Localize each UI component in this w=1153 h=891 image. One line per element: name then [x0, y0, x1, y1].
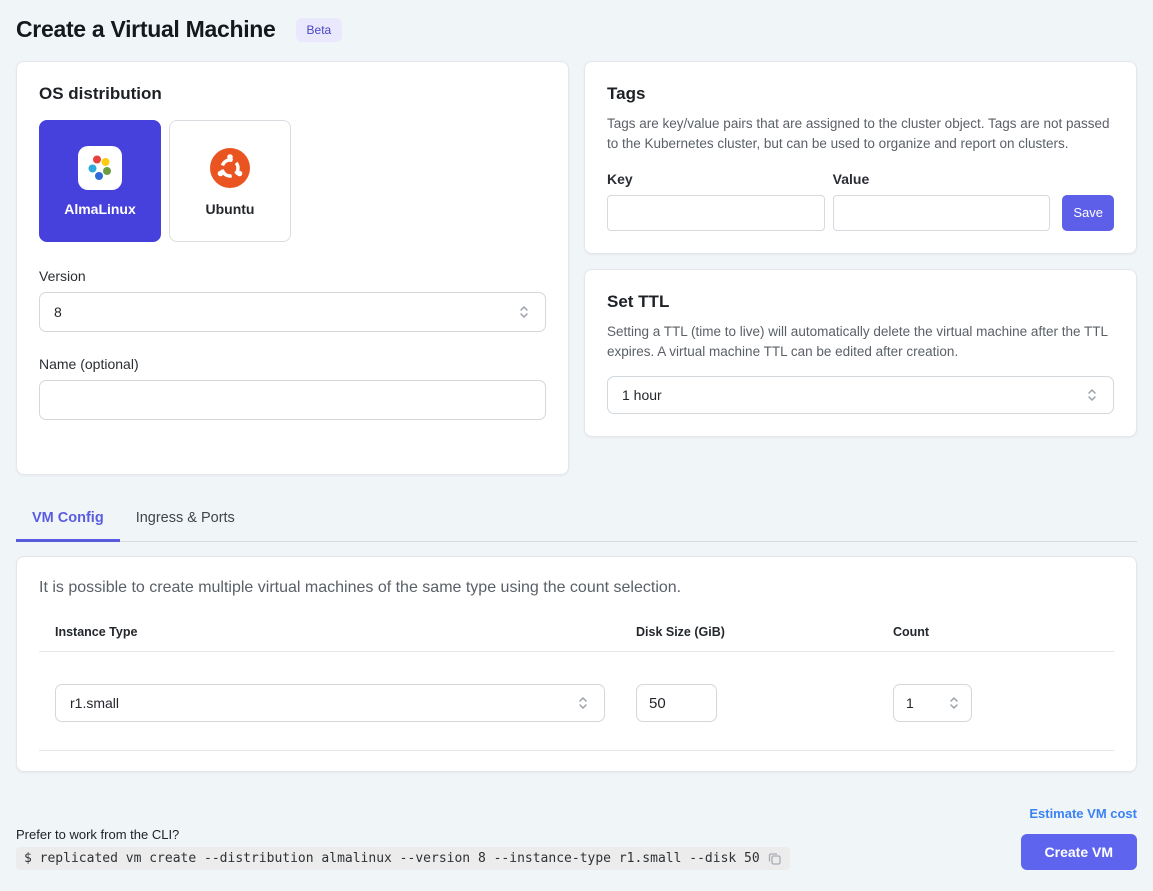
chevron-updown-icon: [576, 695, 590, 711]
cli-section: Prefer to work from the CLI? $ replicate…: [16, 827, 790, 870]
vm-table-header: Instance Type Disk Size (GiB) Count: [39, 625, 1114, 652]
name-label: Name (optional): [39, 356, 546, 372]
disk-size-input[interactable]: [636, 684, 717, 722]
tag-key-label: Key: [607, 171, 825, 187]
column-header-instance-type: Instance Type: [39, 625, 636, 639]
save-tag-button[interactable]: Save: [1062, 195, 1114, 231]
tags-card-description: Tags are key/value pairs that are assign…: [607, 114, 1114, 155]
column-header-count: Count: [893, 625, 1114, 639]
count-cell: 1: [893, 684, 1114, 722]
page: Create a Virtual Machine Beta OS distrib…: [0, 0, 1153, 870]
tag-key-field: Key: [607, 171, 825, 231]
beta-badge: Beta: [296, 18, 343, 42]
tags-fields: Key Value Save: [607, 171, 1114, 231]
ttl-card-description: Setting a TTL (time to live) will automa…: [607, 322, 1114, 363]
vm-config-description: It is possible to create multiple virtua…: [39, 579, 1114, 597]
footer: Prefer to work from the CLI? $ replicate…: [16, 806, 1137, 870]
instance-type-select[interactable]: r1.small: [55, 684, 605, 722]
instance-type-value: r1.small: [70, 695, 119, 711]
cli-code-block: $ replicated vm create --distribution al…: [16, 847, 790, 870]
tab-vm-config[interactable]: VM Config: [16, 496, 120, 542]
tag-value-input[interactable]: [833, 195, 1051, 231]
disk-size-cell: [636, 684, 893, 722]
footer-actions: Estimate VM cost Create VM: [1021, 806, 1137, 870]
instance-type-cell: r1.small: [39, 684, 636, 722]
page-header: Create a Virtual Machine Beta: [16, 12, 1137, 61]
tab-ingress-ports[interactable]: Ingress & Ports: [120, 496, 251, 542]
version-select[interactable]: 8: [39, 292, 546, 332]
tags-card: Tags Tags are key/value pairs that are a…: [584, 61, 1137, 254]
version-label: Version: [39, 268, 546, 284]
os-tile-almalinux[interactable]: AlmaLinux: [39, 120, 161, 242]
ubuntu-icon: [208, 146, 252, 190]
tag-key-input[interactable]: [607, 195, 825, 231]
name-input[interactable]: [39, 380, 546, 420]
cli-command: $ replicated vm create --distribution al…: [24, 851, 760, 866]
create-vm-button[interactable]: Create VM: [1021, 834, 1137, 870]
tag-value-label: Value: [833, 171, 1051, 187]
column-header-disk-size: Disk Size (GiB): [636, 625, 893, 639]
page-title: Create a Virtual Machine: [16, 16, 276, 43]
vm-table-row: r1.small 1: [39, 652, 1114, 751]
tags-card-title: Tags: [607, 84, 1114, 104]
os-tile-label: Ubuntu: [206, 201, 255, 217]
os-tile-label: AlmaLinux: [64, 201, 136, 217]
chevron-updown-icon: [1085, 387, 1099, 403]
copy-icon[interactable]: [767, 851, 782, 866]
version-select-value: 8: [54, 304, 62, 320]
estimate-vm-cost-link[interactable]: Estimate VM cost: [1029, 806, 1137, 821]
ttl-select[interactable]: 1 hour: [607, 376, 1114, 414]
ttl-card-title: Set TTL: [607, 292, 1114, 312]
almalinux-icon: [78, 146, 122, 190]
ttl-select-value: 1 hour: [622, 387, 662, 403]
top-cards: OS distribution AlmaLinux: [16, 61, 1137, 475]
right-column: Tags Tags are key/value pairs that are a…: [584, 61, 1137, 437]
os-distribution-card: OS distribution AlmaLinux: [16, 61, 569, 475]
tab-bar: VM Config Ingress & Ports: [16, 496, 1137, 542]
count-value: 1: [906, 695, 914, 711]
os-tile-row: AlmaLinux Ubuntu: [39, 120, 546, 242]
tag-value-field: Value: [833, 171, 1051, 231]
chevron-updown-icon: [947, 695, 961, 711]
os-tile-ubuntu[interactable]: Ubuntu: [169, 120, 291, 242]
set-ttl-card: Set TTL Setting a TTL (time to live) wil…: [584, 269, 1137, 438]
count-stepper[interactable]: 1: [893, 684, 972, 722]
vm-config-card: It is possible to create multiple virtua…: [16, 556, 1137, 772]
cli-prompt: Prefer to work from the CLI?: [16, 827, 790, 842]
os-card-title: OS distribution: [39, 84, 546, 104]
chevron-updown-icon: [517, 304, 531, 320]
